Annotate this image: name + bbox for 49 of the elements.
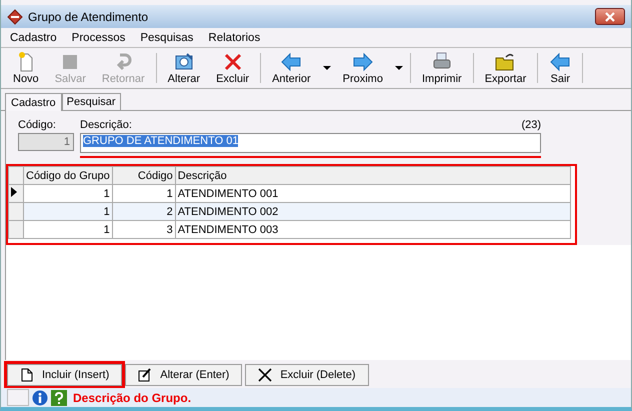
document-icon [20,368,34,382]
column-header[interactable]: Descrição [175,166,570,184]
field-label: Descrição: [80,119,132,131]
code-field[interactable]: 1 [18,133,74,151]
table-cell: ATENDIMENTO 003 [175,220,570,238]
column-header[interactable]: Código do Grupo [24,166,112,184]
tab[interactable]: Cadastro [5,93,62,111]
toolbar-button[interactable]: Exportar [476,50,534,86]
toolbar-button[interactable]: Proximo [334,50,391,86]
right-arrow-icon [352,51,374,73]
current-row-icon [11,187,17,197]
folder-icon [494,51,516,73]
help-icon [51,390,67,406]
action-button[interactable]: Alterar (Enter) [125,364,242,386]
menu-item[interactable]: Relatorios [201,32,268,44]
close-icon [604,12,616,22]
toolbar-button[interactable]: Imprimir [414,50,470,86]
character-count: (23) [521,119,541,131]
status-message: Descrição do Grupo. [73,390,192,404]
toolbar-button[interactable]: Novo [5,50,47,86]
table-cell: 2 [112,202,176,220]
row-indicator[interactable] [8,184,24,202]
dropdown-caret-icon[interactable] [322,66,331,70]
close-button[interactable] [595,8,625,25]
edit-icon [138,368,152,382]
action-button[interactable]: Excluir (Delete) [245,364,369,386]
table-cell: 3 [112,220,176,238]
left-arrow-icon [549,51,572,73]
menu-item[interactable]: Cadastro [3,32,65,44]
action-button[interactable]: Incluir (Insert) [7,364,122,386]
dropdown-caret-icon[interactable] [394,66,403,70]
field-label: Código: [18,119,57,131]
menu-item[interactable]: Pesquisas [133,32,202,44]
info-icon [32,390,48,406]
toolbar-button[interactable]: Excluir [208,50,258,86]
description-field[interactable]: GRUPO DE ATENDIMENTO 01 [80,133,541,153]
toolbar-button[interactable]: Anterior [264,50,319,86]
column-header[interactable]: Código [112,166,176,184]
close-icon [258,368,272,382]
app-icon [7,8,23,24]
table-cell: ATENDIMENTO 002 [175,202,570,220]
table-cell: 1 [24,202,112,220]
toolbar-button[interactable]: Alterar [160,50,208,86]
tab[interactable]: Pesquisar [62,93,121,110]
left-arrow-icon [280,51,302,73]
toolbar-button[interactable]: Sair [541,50,580,86]
window-title: Grupo de Atendimento [28,10,150,24]
menu-item[interactable]: Processos [64,32,134,44]
table-cell: 1 [24,220,112,238]
